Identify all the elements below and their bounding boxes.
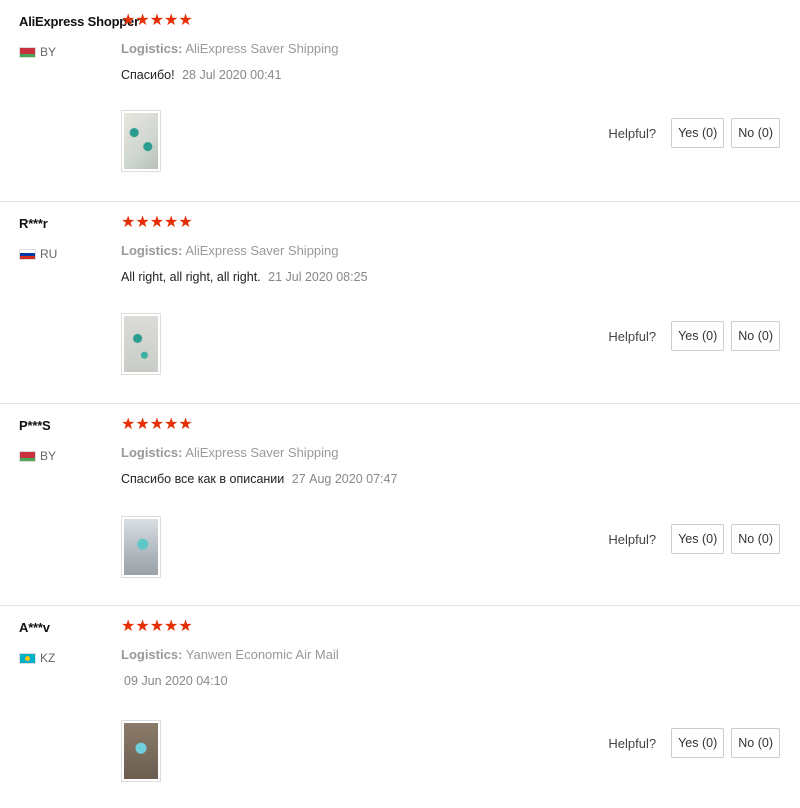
belarus-flag-icon: [19, 450, 36, 462]
helpful-yes-button[interactable]: Yes (0): [671, 321, 725, 351]
logistics-info: Logistics: AliExpress Saver Shipping: [121, 41, 781, 56]
helpful-vote: Helpful? Yes (0) No (0): [608, 524, 780, 554]
helpful-vote: Helpful? Yes (0) No (0): [608, 118, 780, 148]
star-rating: ★★★★★: [121, 416, 193, 433]
helpful-no-button[interactable]: No (0): [731, 524, 780, 554]
logistics-info: Logistics: Yanwen Economic Air Mail: [121, 647, 781, 662]
star-rating: ★★★★★: [121, 12, 193, 29]
review-photo-thumbnail[interactable]: [121, 720, 161, 782]
review-item: R***r RU ★★★★★ Logistics: AliExpress Sav…: [0, 202, 800, 404]
reviewer-info: AliExpress Shopper BY: [19, 14, 139, 59]
country-code: BY: [40, 449, 57, 463]
logistics-value: Yanwen Economic Air Mail: [185, 647, 339, 662]
review-photo-thumbnail[interactable]: [121, 516, 161, 578]
reviewer-country: RU: [19, 247, 119, 261]
reviewer-country: KZ: [19, 651, 119, 665]
reviewer-name: P***S: [19, 418, 51, 433]
helpful-label: Helpful?: [608, 735, 657, 751]
star-rating: ★★★★★: [121, 214, 193, 231]
review-content: ★★★★★ Logistics: AliExpress Saver Shippi…: [121, 11, 781, 82]
reviewer-info: R***r RU: [19, 216, 119, 261]
kazakhstan-flag-icon: [19, 652, 36, 664]
helpful-no-button[interactable]: No (0): [731, 118, 780, 148]
reviewer-name: R***r: [19, 216, 48, 231]
logistics-value: AliExpress Saver Shipping: [185, 41, 339, 56]
review-item: A***v KZ ★★★★★ Logistics: Yanwen Economi…: [0, 606, 800, 808]
review-photo-thumbnail[interactable]: [121, 313, 161, 375]
review-item: P***S BY ★★★★★ Logistics: AliExpress Sav…: [0, 404, 800, 606]
star-rating: ★★★★★: [121, 618, 193, 635]
logistics-label: Logistics:: [121, 243, 183, 258]
review-text: Спасибо все как в описании: [121, 472, 285, 486]
reviewer-info: P***S BY: [19, 418, 119, 463]
helpful-label: Helpful?: [608, 531, 657, 547]
review-item: AliExpress Shopper BY ★★★★★ Logistics: A…: [0, 0, 800, 202]
reviewer-country: BY: [19, 45, 119, 59]
review-text-line: Спасибо! 28 Jul 2020 00:41: [121, 68, 781, 82]
review-text-line: 09 Jun 2020 04:10: [121, 674, 781, 688]
helpful-yes-button[interactable]: Yes (0): [671, 118, 725, 148]
review-text: All right, all right, all right.: [121, 270, 261, 284]
logistics-label: Logistics:: [121, 647, 183, 662]
russia-flag-icon: [19, 248, 36, 260]
country-code: RU: [40, 247, 58, 261]
reviewer-country: BY: [19, 449, 119, 463]
review-date: 09 Jun 2020 04:10: [124, 674, 228, 688]
logistics-info: Logistics: AliExpress Saver Shipping: [121, 243, 781, 258]
review-text: Спасибо!: [121, 68, 175, 82]
helpful-no-button[interactable]: No (0): [731, 321, 780, 351]
logistics-info: Logistics: AliExpress Saver Shipping: [121, 445, 781, 460]
helpful-vote: Helpful? Yes (0) No (0): [608, 728, 780, 758]
review-date: 28 Jul 2020 00:41: [182, 68, 282, 82]
review-list: AliExpress Shopper BY ★★★★★ Logistics: A…: [0, 0, 800, 808]
logistics-label: Logistics:: [121, 445, 183, 460]
helpful-no-button[interactable]: No (0): [731, 728, 780, 758]
country-code: BY: [40, 45, 57, 59]
review-photo-thumbnail[interactable]: [121, 110, 161, 172]
review-text-line: All right, all right, all right. 21 Jul …: [121, 270, 781, 284]
helpful-vote: Helpful? Yes (0) No (0): [608, 321, 780, 351]
logistics-value: AliExpress Saver Shipping: [185, 243, 339, 258]
review-content: ★★★★★ Logistics: Yanwen Economic Air Mai…: [121, 617, 781, 688]
helpful-yes-button[interactable]: Yes (0): [671, 728, 725, 758]
review-content: ★★★★★ Logistics: AliExpress Saver Shippi…: [121, 213, 781, 284]
review-content: ★★★★★ Logistics: AliExpress Saver Shippi…: [121, 415, 781, 486]
review-text-line: Спасибо все как в описании 27 Aug 2020 0…: [121, 472, 781, 486]
helpful-label: Helpful?: [608, 328, 657, 344]
reviewer-name: AliExpress Shopper: [19, 14, 139, 29]
review-date: 27 Aug 2020 07:47: [291, 472, 398, 486]
logistics-value: AliExpress Saver Shipping: [185, 445, 339, 460]
belarus-flag-icon: [19, 46, 36, 58]
country-code: KZ: [40, 651, 56, 665]
logistics-label: Logistics:: [121, 41, 183, 56]
helpful-label: Helpful?: [608, 125, 657, 141]
reviewer-info: A***v KZ: [19, 620, 119, 665]
helpful-yes-button[interactable]: Yes (0): [671, 524, 725, 554]
review-date: 21 Jul 2020 08:25: [268, 270, 368, 284]
reviewer-name: A***v: [19, 620, 50, 635]
